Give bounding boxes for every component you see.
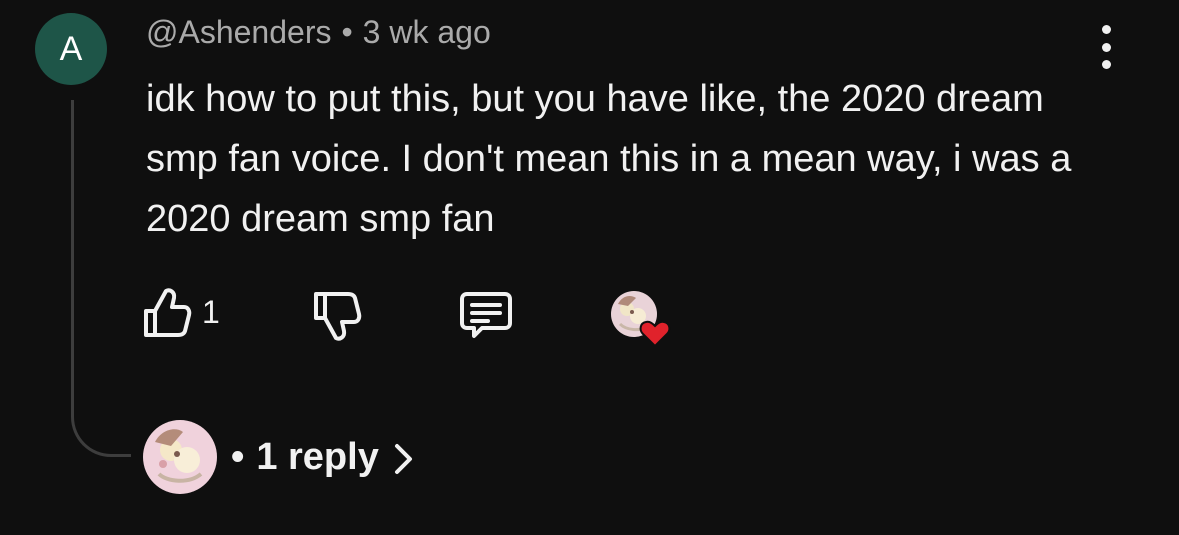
author-avatar[interactable]: A xyxy=(35,13,107,85)
comment-icon xyxy=(460,292,512,338)
thread-connector-line xyxy=(71,100,131,457)
thumbs-down-icon xyxy=(314,292,362,341)
more-options-button[interactable] xyxy=(1086,25,1126,69)
view-replies-link[interactable]: • 1 reply xyxy=(143,420,415,494)
comment-time: 3 wk ago xyxy=(362,14,491,50)
thumbs-up-icon xyxy=(144,288,192,337)
reply-count-label: 1 reply xyxy=(256,435,379,478)
replies-separator: • xyxy=(231,435,245,478)
reply-author-avatar xyxy=(143,420,217,494)
more-vertical-icon xyxy=(1101,25,1111,34)
dislike-button[interactable] xyxy=(312,288,362,344)
like-button[interactable] xyxy=(142,285,192,341)
header-separator: • xyxy=(341,14,353,50)
heart-icon xyxy=(639,320,671,348)
chevron-right-icon xyxy=(394,444,412,474)
comment-text: idk how to put this, but you have like, … xyxy=(146,78,1072,240)
creator-heart-badge xyxy=(610,290,672,348)
like-count: 1 xyxy=(202,294,220,330)
author-name[interactable]: @Ashenders xyxy=(146,14,331,50)
reply-button[interactable] xyxy=(458,290,514,342)
comment-header: @Ashenders • 3 wk ago xyxy=(146,14,491,51)
